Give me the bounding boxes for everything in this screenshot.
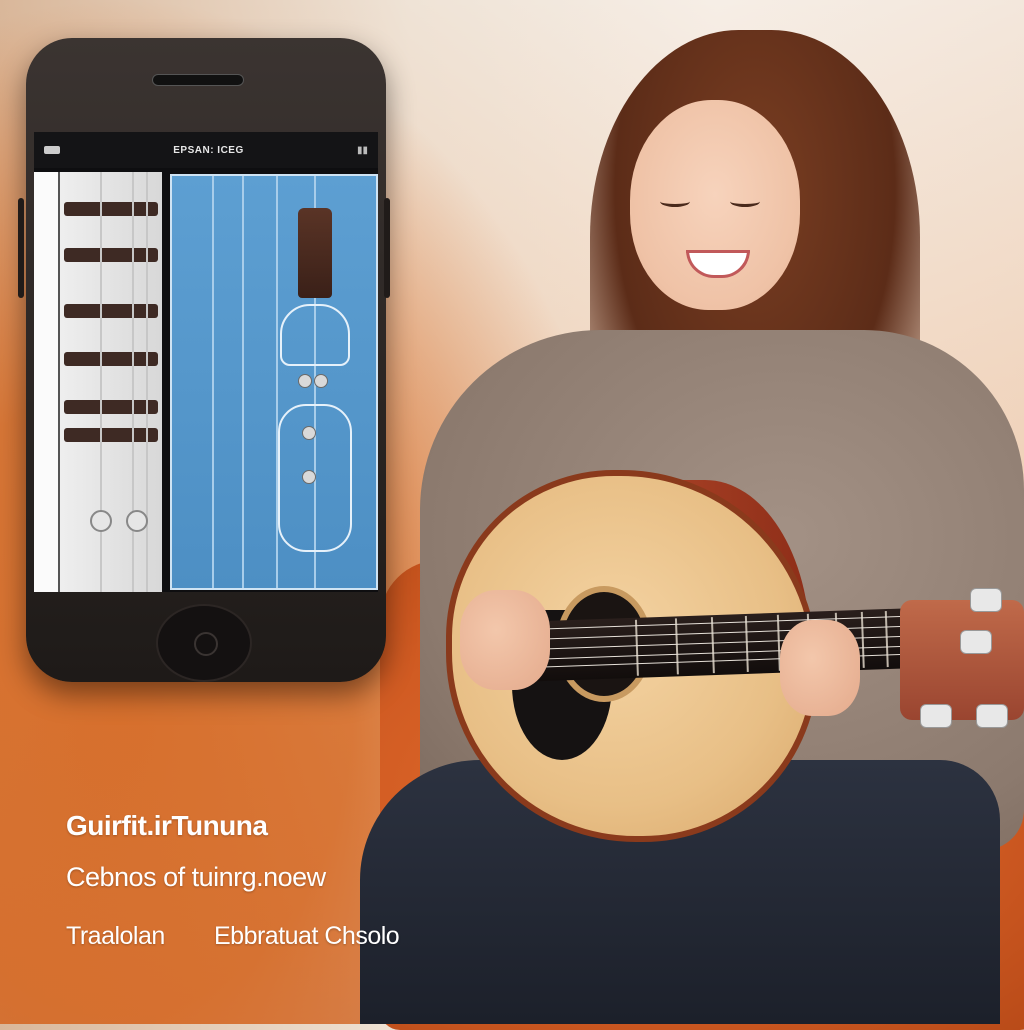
tuning-peg [976,704,1008,728]
string-guide [212,176,214,588]
tuning-pegs-column [64,192,158,452]
tuner-knob [90,510,112,532]
left-eye [660,196,690,207]
phone-device: EPSAN: ICEG ▮▮ [18,38,390,682]
tuner-peg [314,374,328,388]
fret [710,617,715,674]
tuner-photo-panel[interactable] [34,172,162,592]
phone-screen: EPSAN: ICEG ▮▮ [34,132,378,592]
smile [686,250,750,278]
app-title: Guirfit.irTununa [66,810,268,841]
battery-icon [44,146,60,154]
string-line [146,172,148,592]
string-guide [242,176,244,588]
tuning-peg [920,704,952,728]
tuning-peg [64,428,158,442]
signal-icon: ▮▮ [356,144,368,156]
fret [674,618,679,675]
phone-side-button [18,198,24,298]
phone-speaker [152,74,244,86]
tuning-peg [970,588,1002,612]
tuning-peg [64,352,158,366]
option-right-link[interactable]: Ebbratuat Chsolo [214,922,400,951]
tuner-peg [302,470,316,484]
tuning-peg [64,400,158,414]
app-subtitle: Cebnos of tuinrg.noew [66,862,326,892]
fret [860,611,865,668]
strumming-hand [460,590,550,690]
fret [744,615,749,672]
fret [634,619,639,676]
screen-title: EPSAN: ICEG [173,144,244,156]
tuner-peg [298,374,312,388]
guitar-headstock-icon [298,208,332,298]
panel-edge [34,172,60,592]
tuner-outline [280,304,350,366]
fret [884,611,889,668]
tuning-peg [64,304,158,318]
person-face [630,100,800,310]
home-button-icon[interactable] [156,604,252,682]
tuning-peg [64,248,158,262]
tuning-peg [64,202,158,216]
tuner-knob [126,510,148,532]
option-left-link[interactable]: Traalolan [66,922,165,951]
right-eye [730,196,760,207]
phone-power-button [384,198,390,298]
tuning-peg [960,630,992,654]
fretting-hand [780,620,860,716]
tuner-peg [302,426,316,440]
guitar-headstock [900,588,1024,728]
status-bar: EPSAN: ICEG ▮▮ [34,132,378,168]
tuner-guitar-panel[interactable] [170,174,378,590]
